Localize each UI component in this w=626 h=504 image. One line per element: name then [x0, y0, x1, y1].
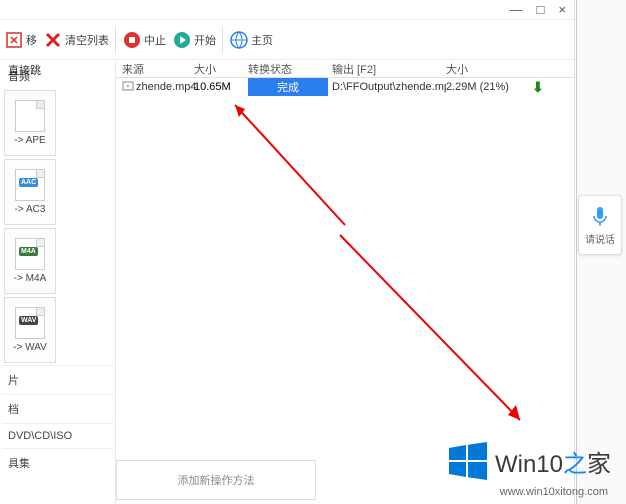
separator [222, 27, 223, 53]
col-size[interactable]: 大小 [194, 61, 248, 77]
voice-button[interactable]: 请说话 [578, 195, 622, 255]
video-file-icon [122, 80, 134, 95]
format-empty3[interactable] [59, 228, 111, 294]
file-icon: AAC [15, 169, 45, 201]
format-m4a[interactable]: M4A -> M4A [4, 228, 56, 294]
globe-icon [229, 30, 249, 50]
table-row[interactable]: zhende.mp4 10.65M 完成 D:\FFOutput\zhende.… [116, 78, 574, 96]
sidebar-item-image[interactable]: 片 [2, 365, 113, 394]
col-source[interactable]: 来源 [116, 61, 194, 77]
stop-icon [122, 30, 142, 50]
sidebar-item-document[interactable]: 档 [2, 394, 113, 423]
format-grid: -> APE AAC -> AC3 M4A -> M4A WAV -> WAV [2, 88, 113, 365]
separator [115, 27, 116, 53]
watermark-url: www.win10xitong.com [500, 486, 608, 498]
file-icon: WAV [15, 307, 45, 339]
main-area: 来源 大小 转换状态 输出 [F2] 大小 zhende.mp4 10.65M … [116, 60, 574, 504]
add-method-card[interactable]: 添加新操作方法 [116, 460, 316, 500]
start-button[interactable]: 开始 [172, 30, 216, 50]
format-wav[interactable]: WAV -> WAV [4, 297, 56, 363]
format-ac3[interactable]: AAC -> AC3 [4, 159, 56, 225]
list-header: 来源 大小 转换状态 输出 [F2] 大小 [116, 60, 574, 78]
sidebar-item-tools[interactable]: 具集 [2, 448, 113, 477]
download-icon[interactable]: ⬇ [532, 79, 544, 95]
col-output[interactable]: 输出 [F2] [332, 61, 446, 77]
status-badge: 完成 [248, 78, 328, 96]
move-icon [4, 30, 24, 50]
col-status[interactable]: 转换状态 [248, 61, 332, 77]
titlebar: — □ × [0, 0, 574, 20]
goto-label: 直接跳 [8, 62, 41, 78]
format-empty2[interactable] [59, 159, 111, 225]
play-icon [172, 30, 192, 50]
home-button[interactable]: 主页 [229, 30, 273, 50]
minimize-button[interactable]: — [510, 2, 523, 17]
sidebar-item-disc[interactable]: DVD\CD\ISO [2, 423, 113, 448]
close-button[interactable]: × [558, 2, 566, 17]
file-icon [15, 100, 45, 132]
format-empty[interactable] [59, 90, 111, 156]
toolbar: 移 清空列表 中止 开始 主页 [0, 20, 574, 60]
format-ape[interactable]: -> APE [4, 90, 56, 156]
col-size2[interactable]: 大小 [446, 61, 532, 77]
maximize-button[interactable]: □ [537, 2, 545, 17]
microphone-icon [588, 204, 612, 228]
clear-list-button[interactable]: 清空列表 [43, 30, 109, 50]
stop-button[interactable]: 中止 [122, 30, 166, 50]
file-icon: M4A [15, 238, 45, 270]
move-button[interactable]: 移 [4, 30, 37, 50]
sidebar: 音频 -> APE AAC -> AC3 M4A -> M4A [0, 60, 116, 504]
delete-icon [43, 30, 63, 50]
